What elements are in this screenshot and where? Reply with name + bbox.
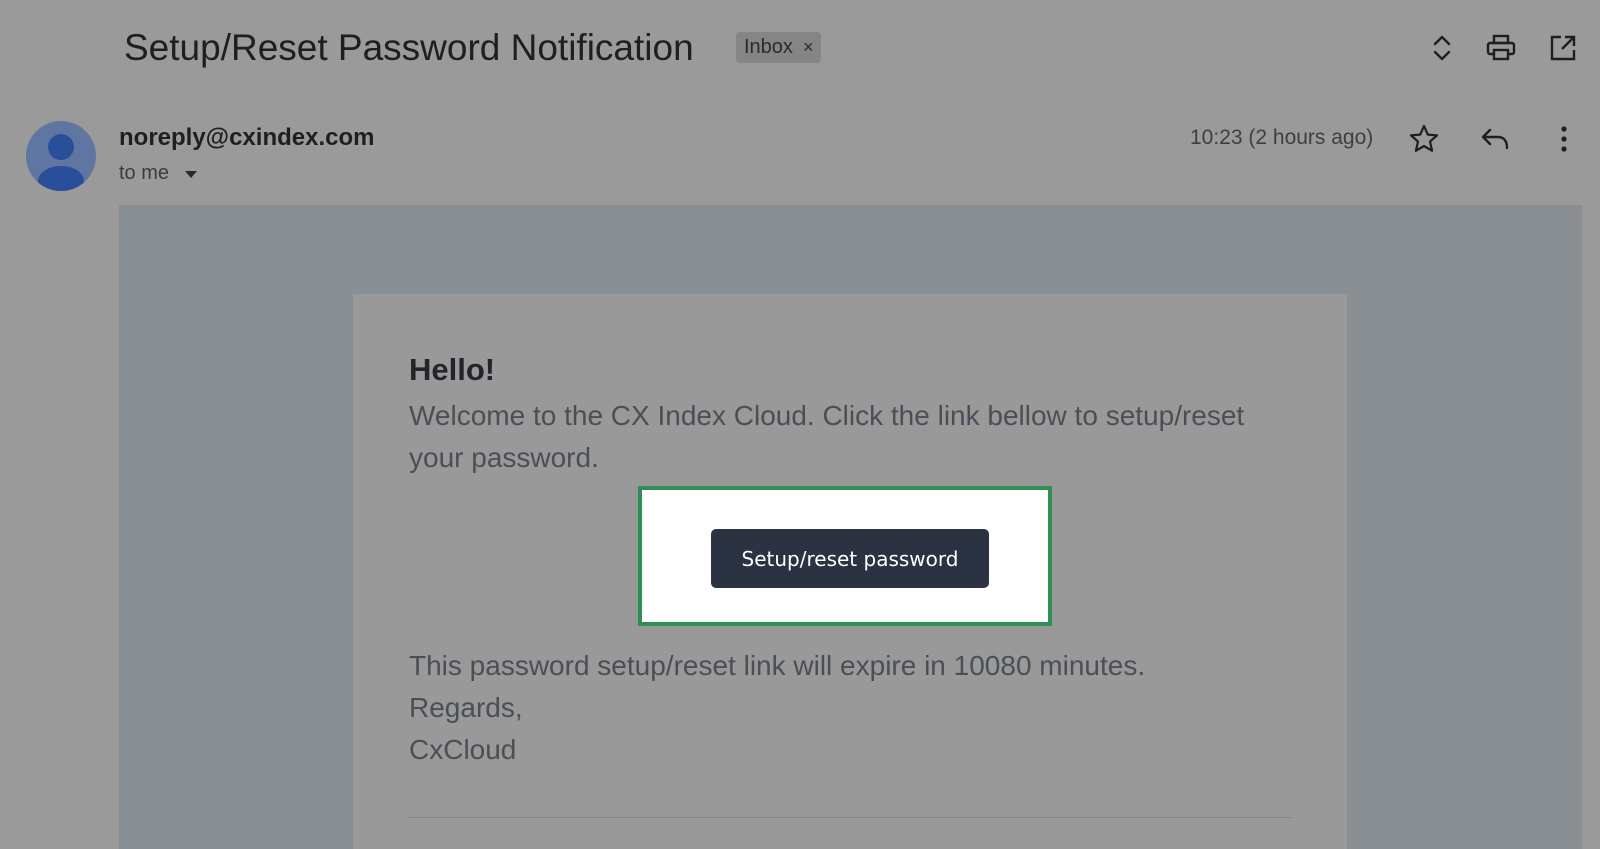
closing-text: Regards,: [409, 692, 523, 723]
signature: CxCloud: [409, 734, 517, 765]
person-icon: [38, 134, 84, 191]
star-icon[interactable]: [1403, 118, 1445, 160]
sender-email[interactable]: noreply@cxindex.com: [119, 124, 374, 152]
more-options-icon[interactable]: [1543, 118, 1585, 160]
chevron-down-icon: [185, 171, 198, 178]
greeting: Hello!: [409, 352, 496, 387]
expiry-notice: This password setup/reset link will expi…: [409, 650, 1146, 681]
divider: [409, 817, 1292, 818]
sender-avatar[interactable]: [26, 121, 96, 191]
recipient-text: to me: [119, 162, 170, 184]
remove-label-icon[interactable]: ×: [803, 37, 814, 58]
label-text: Inbox: [744, 36, 793, 58]
setup-reset-password-button[interactable]: Setup/reset password: [711, 529, 989, 588]
expand-collapse-icon[interactable]: [1422, 28, 1462, 68]
subject-header: Setup/Reset Password Notification Inbox …: [0, 0, 1600, 96]
intro-text: Welcome to the CX Index Cloud. Click the…: [409, 400, 1245, 473]
inbox-label-chip[interactable]: Inbox ×: [736, 32, 822, 63]
email-timestamp: 10:23 (2 hours ago): [1190, 126, 1374, 149]
print-icon[interactable]: [1481, 28, 1521, 68]
open-in-new-window-icon[interactable]: [1543, 28, 1583, 68]
email-view: Setup/Reset Password Notification Inbox …: [0, 0, 1600, 849]
reply-icon[interactable]: [1474, 118, 1516, 160]
recipient-details-toggle[interactable]: to me: [119, 162, 198, 185]
email-subject: Setup/Reset Password Notification: [124, 27, 694, 68]
